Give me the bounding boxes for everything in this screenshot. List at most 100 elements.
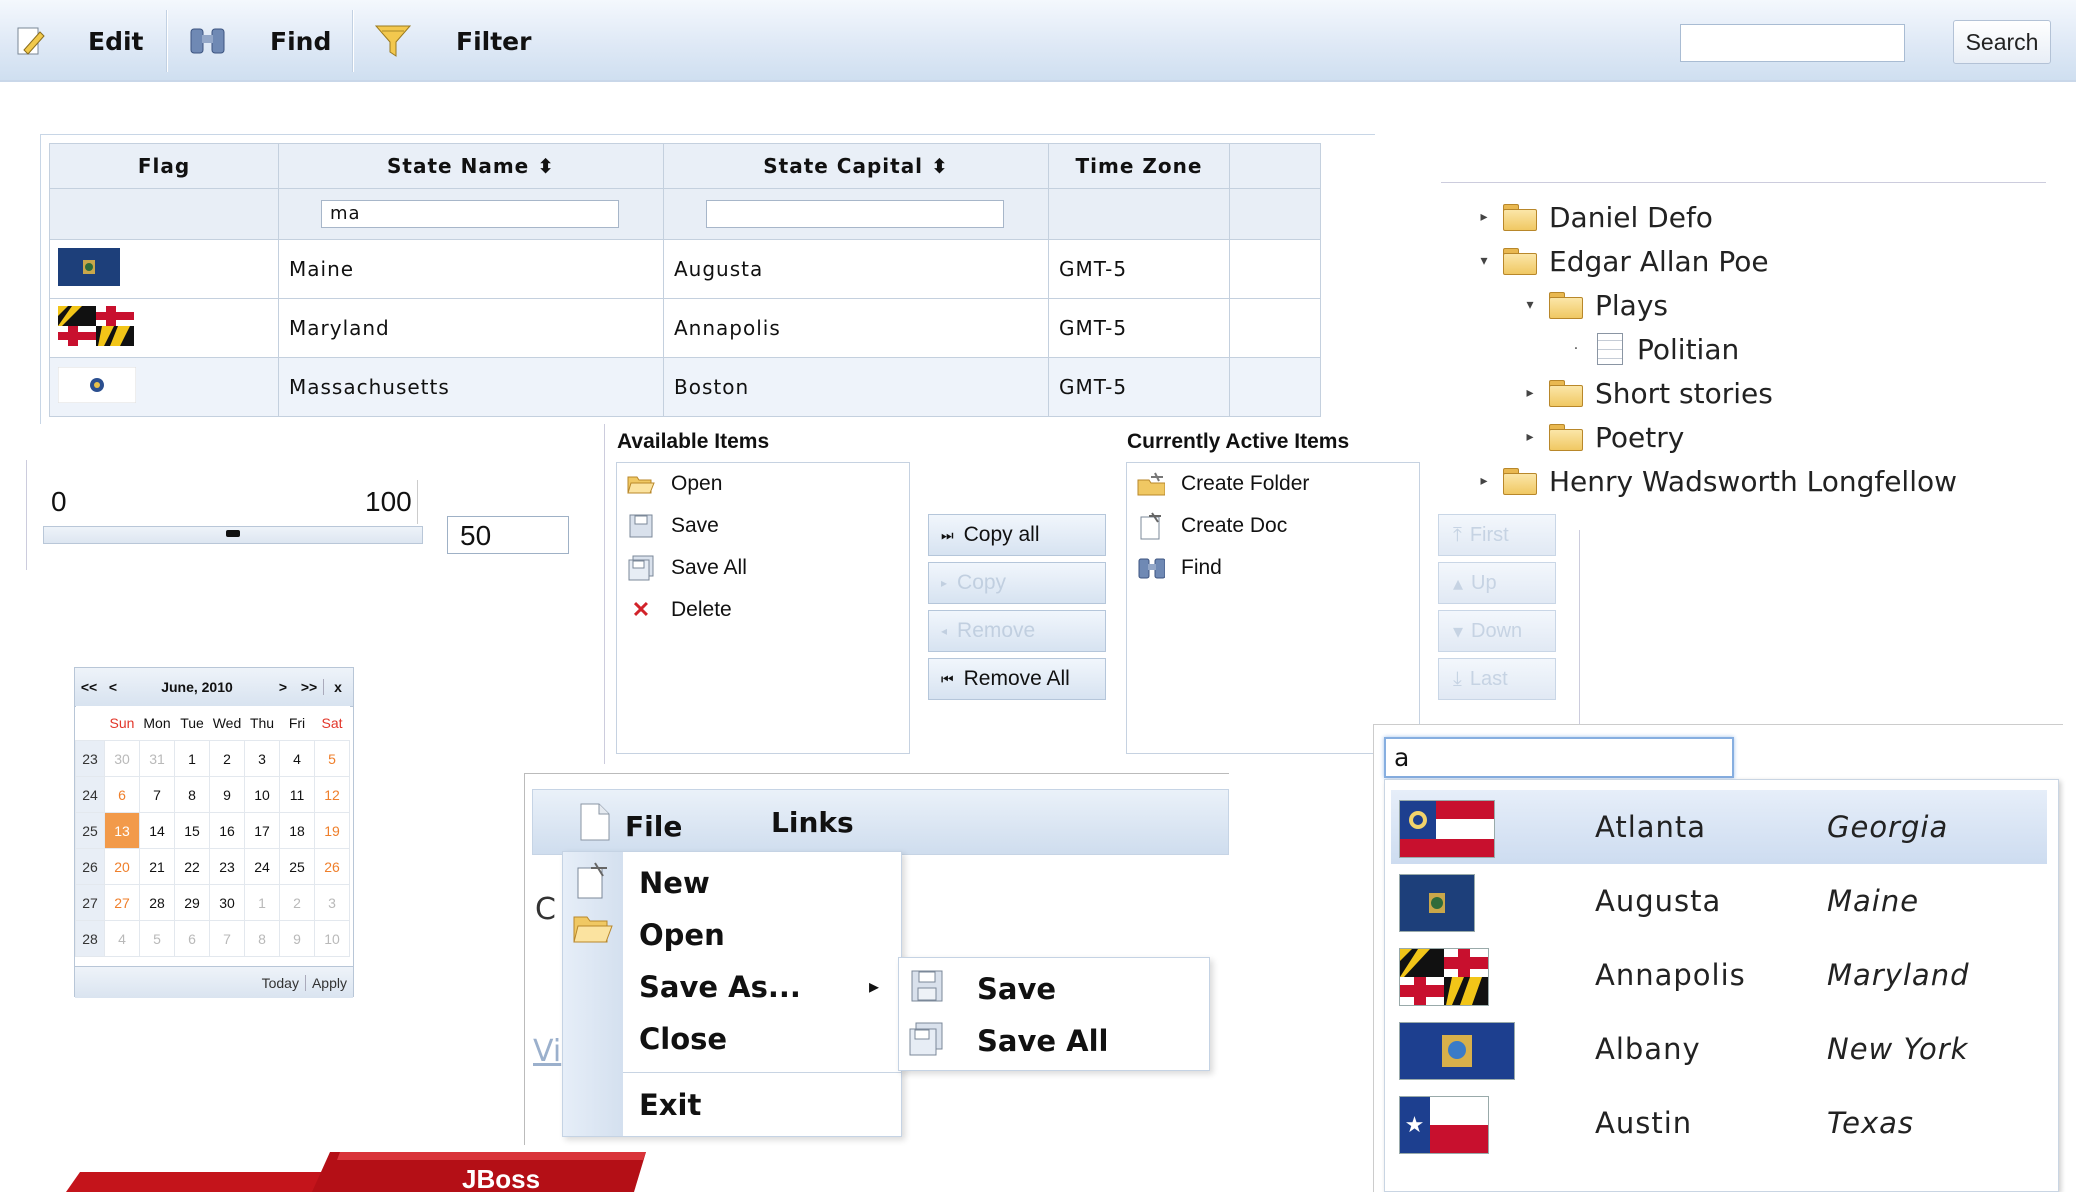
calendar-day[interactable]: 19 bbox=[314, 812, 350, 849]
today-button[interactable]: Today bbox=[256, 975, 305, 991]
move-first-button[interactable]: ⤒ First bbox=[1438, 514, 1556, 556]
calendar-day[interactable]: 9 bbox=[209, 776, 245, 813]
slider-handle[interactable] bbox=[226, 530, 240, 537]
calendar-day[interactable]: 23 bbox=[209, 848, 245, 885]
menu-item-new[interactable]: New bbox=[639, 866, 710, 900]
file-menu[interactable] bbox=[579, 802, 613, 846]
calendar-day[interactable]: 4 bbox=[279, 740, 315, 777]
calendar-day[interactable]: 2 bbox=[209, 740, 245, 777]
calendar-day[interactable]: 29 bbox=[174, 884, 210, 921]
calendar-day[interactable]: 27 bbox=[104, 884, 140, 921]
list-item-save[interactable]: Save bbox=[627, 509, 719, 543]
calendar-day[interactable]: 3 bbox=[314, 884, 350, 921]
file-menu-label[interactable]: File bbox=[625, 810, 682, 843]
tree-node-henry-wadsworth-longfellow[interactable]: ▸ Henry Wadsworth Longfellow bbox=[1473, 461, 1957, 501]
calendar-day[interactable]: 1 bbox=[174, 740, 210, 777]
tree-node-politian[interactable]: · Politian bbox=[1565, 329, 1739, 369]
calendar-day[interactable]: 31 bbox=[139, 740, 175, 777]
calendar-day[interactable]: 24 bbox=[244, 848, 280, 885]
calendar-day[interactable]: 1 bbox=[244, 884, 280, 921]
state-capital-filter-input[interactable] bbox=[706, 200, 1004, 228]
calendar-day[interactable]: 12 bbox=[314, 776, 350, 813]
suggestion-row-selected[interactable]: Atlanta Georgia bbox=[1391, 790, 2047, 864]
remove-button[interactable]: ◂ Remove bbox=[928, 610, 1106, 652]
binoculars-icon[interactable] bbox=[188, 0, 228, 82]
find-button[interactable]: Find bbox=[270, 0, 331, 82]
calendar-day[interactable]: 17 bbox=[244, 812, 280, 849]
tree-node-daniel-defo[interactable]: ▸ Daniel Defo bbox=[1473, 197, 1712, 237]
calendar-close-button[interactable]: x bbox=[323, 679, 352, 695]
calendar-day[interactable]: 8 bbox=[244, 920, 280, 957]
menu-item-close[interactable]: Close bbox=[639, 1022, 727, 1056]
suggestion-row[interactable]: ★ Austin Texas bbox=[1391, 1086, 2047, 1160]
calendar-day[interactable]: 8 bbox=[174, 776, 210, 813]
calendar-day[interactable]: 25 bbox=[279, 848, 315, 885]
search-input[interactable] bbox=[1680, 24, 1905, 62]
calendar-day[interactable]: 15 bbox=[174, 812, 210, 849]
available-items-list[interactable]: Open Save Save All ✕ Delete bbox=[616, 462, 910, 754]
filter-button[interactable]: Filter bbox=[456, 0, 531, 82]
calendar-day[interactable]: 6 bbox=[174, 920, 210, 957]
calendar-day[interactable]: 16 bbox=[209, 812, 245, 849]
links-menu[interactable]: Links bbox=[771, 806, 854, 839]
calendar-day[interactable]: 11 bbox=[279, 776, 315, 813]
edit-button[interactable]: Edit bbox=[88, 0, 144, 82]
apply-button[interactable]: Apply bbox=[304, 974, 353, 991]
list-item-create-doc[interactable]: Create Doc bbox=[1137, 509, 1287, 543]
calendar-day[interactable]: 30 bbox=[104, 740, 140, 777]
list-item-create-folder[interactable]: Create Folder bbox=[1137, 467, 1309, 501]
calendar-day[interactable]: 7 bbox=[139, 776, 175, 813]
calendar-day[interactable]: 21 bbox=[139, 848, 175, 885]
suggestion-row[interactable]: Annapolis Maryland bbox=[1391, 938, 2047, 1012]
city-suggestion-input[interactable]: a bbox=[1384, 737, 1734, 778]
calendar-day[interactable]: 3 bbox=[244, 740, 280, 777]
move-last-button[interactable]: ⤓ Last bbox=[1438, 658, 1556, 700]
copy-all-button[interactable]: ⏭ Copy all bbox=[928, 514, 1106, 556]
calendar-day[interactable]: 9 bbox=[279, 920, 315, 957]
expand-icon[interactable]: ▸ bbox=[1473, 209, 1495, 225]
slider-value-input[interactable]: 50 bbox=[447, 516, 569, 554]
calendar-day[interactable]: 30 bbox=[209, 884, 245, 921]
list-item-save-all[interactable]: Save All bbox=[627, 551, 747, 585]
active-items-list[interactable]: Create Folder Create Doc Find bbox=[1126, 462, 1420, 754]
calendar-day[interactable]: 20 bbox=[104, 848, 140, 885]
menu-item-open[interactable]: Open bbox=[639, 918, 725, 952]
prev-month-button[interactable]: < bbox=[103, 679, 123, 695]
calendar-day-today[interactable]: 13 bbox=[104, 812, 140, 849]
calendar-day[interactable]: 10 bbox=[244, 776, 280, 813]
suggestion-row[interactable]: Albany New York bbox=[1391, 1012, 2047, 1086]
calendar-day[interactable]: 4 bbox=[104, 920, 140, 957]
tree-node-short-stories[interactable]: ▸ Short stories bbox=[1519, 373, 1772, 413]
calendar-day[interactable]: 2 bbox=[279, 884, 315, 921]
calendar-day[interactable]: 14 bbox=[139, 812, 175, 849]
calendar-month-title[interactable]: June, 2010 bbox=[123, 679, 271, 695]
menu-item-save-as[interactable]: Save As... bbox=[639, 970, 801, 1004]
calendar-day[interactable]: 18 bbox=[279, 812, 315, 849]
next-month-button[interactable]: > bbox=[271, 679, 295, 695]
calendar-day[interactable]: 7 bbox=[209, 920, 245, 957]
calendar-day[interactable]: 5 bbox=[314, 740, 350, 777]
prev-year-button[interactable]: << bbox=[75, 679, 103, 695]
next-year-button[interactable]: >> bbox=[295, 679, 323, 695]
expand-icon[interactable]: ▸ bbox=[1519, 429, 1541, 445]
calendar-day[interactable]: 26 bbox=[314, 848, 350, 885]
calendar-day[interactable]: 28 bbox=[139, 884, 175, 921]
move-up-button[interactable]: ▴ Up bbox=[1438, 562, 1556, 604]
collapse-icon[interactable]: ▾ bbox=[1473, 253, 1495, 269]
calendar-day[interactable]: 10 bbox=[314, 920, 350, 957]
column-header-state-name[interactable]: State Name ⬍ bbox=[278, 143, 664, 189]
tree-node-plays[interactable]: ▾ Plays bbox=[1519, 285, 1668, 325]
list-item-delete[interactable]: ✕ Delete bbox=[627, 593, 732, 627]
list-item-find[interactable]: Find bbox=[1137, 551, 1222, 585]
search-button[interactable]: Search bbox=[1953, 20, 2051, 64]
tree-node-edgar-allan-poe[interactable]: ▾ Edgar Allan Poe bbox=[1473, 241, 1768, 281]
move-down-button[interactable]: ▾ Down bbox=[1438, 610, 1556, 652]
remove-all-button[interactable]: ⏮ Remove All bbox=[928, 658, 1106, 700]
submenu-item-save[interactable]: Save bbox=[977, 972, 1056, 1006]
submenu-item-save-all[interactable]: Save All bbox=[977, 1024, 1108, 1058]
obscured-link[interactable]: Vi bbox=[533, 1034, 561, 1069]
expand-icon[interactable]: ▸ bbox=[1473, 473, 1495, 489]
calendar-day[interactable]: 5 bbox=[139, 920, 175, 957]
tree-node-poetry[interactable]: ▸ Poetry bbox=[1519, 417, 1684, 457]
copy-button[interactable]: ▸ Copy bbox=[928, 562, 1106, 604]
